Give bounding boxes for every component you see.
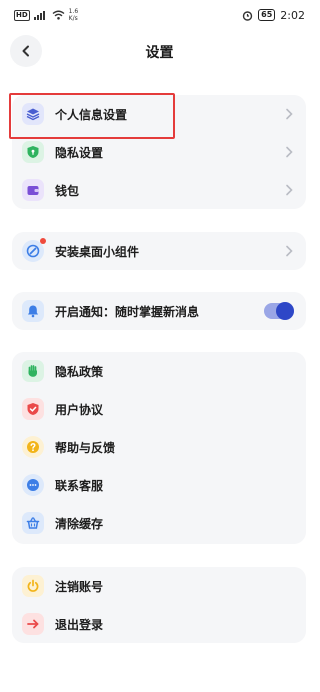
row-label: 用户协议 bbox=[55, 402, 104, 417]
toggle-knob bbox=[276, 302, 294, 320]
row-help-feedback[interactable]: 帮助与反馈 bbox=[12, 428, 306, 466]
layers-icon bbox=[22, 103, 44, 125]
signal-icon bbox=[33, 11, 45, 20]
row-label: 隐私政策 bbox=[55, 364, 104, 379]
power-icon bbox=[22, 575, 44, 597]
notification-dot bbox=[40, 238, 46, 244]
row-label: 隐私设置 bbox=[55, 145, 104, 160]
row-label: 注销账号 bbox=[55, 579, 104, 594]
row-label: 清除缓存 bbox=[55, 516, 104, 531]
network-badge: HD bbox=[14, 9, 30, 21]
row-contact-support[interactable]: 联系客服 bbox=[12, 466, 306, 504]
row-label: 个人信息设置 bbox=[55, 107, 128, 122]
row-privacy-policy[interactable]: 隐私政策 bbox=[12, 352, 306, 390]
row-personal-info[interactable]: 个人信息设置 bbox=[12, 95, 306, 133]
widget-icon bbox=[22, 238, 46, 262]
chevron-right-icon bbox=[282, 107, 296, 121]
shield-check-icon bbox=[22, 398, 44, 420]
row-label: 联系客服 bbox=[55, 478, 104, 493]
row-user-agreement[interactable]: 用户协议 bbox=[12, 390, 306, 428]
help-icon bbox=[22, 436, 44, 458]
row-wallet[interactable]: 钱包 bbox=[12, 171, 306, 209]
notification-toggle[interactable] bbox=[264, 302, 294, 320]
row-label: 钱包 bbox=[55, 183, 80, 198]
row-logout[interactable]: 退出登录 bbox=[12, 605, 306, 643]
chevron-right-icon bbox=[282, 145, 296, 159]
chevron-right-icon bbox=[282, 244, 296, 258]
settings-group-account-exit: 注销账号 退出登录 bbox=[12, 567, 306, 643]
row-install-widget[interactable]: 安装桌面小组件 bbox=[12, 232, 306, 270]
status-right: 65 2:02 bbox=[242, 9, 305, 22]
logout-arrow-icon bbox=[22, 613, 44, 635]
settings-group-account: 个人信息设置 隐私设置 钱包 bbox=[12, 95, 306, 209]
row-label: 退出登录 bbox=[55, 617, 104, 632]
status-bar: HD 1.6 K/s 65 2:02 bbox=[0, 0, 319, 30]
row-notification: 开启通知：随时掌握新消息 bbox=[12, 292, 306, 330]
wifi-icon bbox=[52, 10, 65, 20]
page-title: 设置 bbox=[145, 45, 174, 61]
settings-group-widget: 安装桌面小组件 bbox=[12, 232, 306, 270]
basket-icon bbox=[22, 512, 44, 534]
speed-value: 1.6 bbox=[68, 8, 79, 15]
status-left: HD 1.6 K/s bbox=[14, 8, 78, 22]
row-delete-account[interactable]: 注销账号 bbox=[12, 567, 306, 605]
chat-icon bbox=[22, 474, 44, 496]
chevron-right-icon bbox=[282, 183, 296, 197]
shield-icon bbox=[22, 141, 44, 163]
wallet-icon bbox=[22, 179, 44, 201]
network-speed: 1.6 K/s bbox=[69, 8, 79, 22]
row-privacy-settings[interactable]: 隐私设置 bbox=[12, 133, 306, 171]
alarm-icon bbox=[242, 10, 253, 21]
row-label: 开启通知：随时掌握新消息 bbox=[55, 304, 200, 319]
settings-group-notification: 开启通知：随时掌握新消息 bbox=[12, 292, 306, 330]
speed-unit: K/s bbox=[68, 15, 78, 22]
header: 设置 bbox=[0, 32, 319, 72]
bell-icon bbox=[22, 300, 44, 322]
hand-icon bbox=[22, 360, 44, 382]
row-label: 帮助与反馈 bbox=[55, 440, 116, 455]
battery-indicator: 65 bbox=[258, 9, 276, 21]
settings-group-support: 隐私政策 用户协议 帮助与反馈 联系客服 清除缓存 bbox=[12, 352, 306, 544]
clock: 2:02 bbox=[280, 8, 305, 22]
row-label: 安装桌面小组件 bbox=[55, 244, 140, 259]
row-clear-cache[interactable]: 清除缓存 bbox=[12, 504, 306, 542]
